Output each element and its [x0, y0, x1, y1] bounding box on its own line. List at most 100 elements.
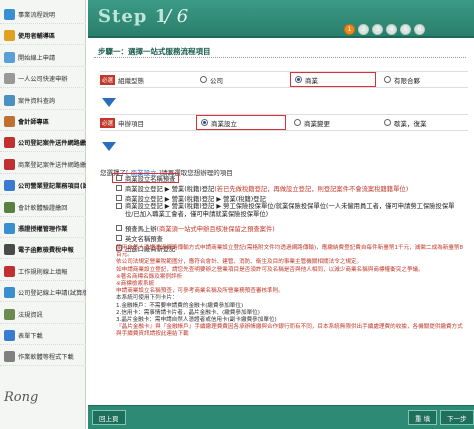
org-type-label: 組織型態	[118, 76, 145, 85]
checkbox[interactable]	[116, 185, 122, 191]
sidebar-item-icon	[4, 201, 15, 213]
required-badge: 必選	[100, 74, 116, 85]
radio-option[interactable]: 有限合夥	[380, 72, 460, 87]
radio-label: 有限合夥	[394, 76, 421, 85]
sidebar-item-label: 電子函數檢費稅申報	[18, 247, 74, 255]
footer-bar: 回上頁 重 填 下一步	[88, 405, 474, 429]
sidebar-item[interactable]: 表單下載	[0, 327, 86, 345]
sidebar-item[interactable]: 電子函數檢費稅申報	[0, 241, 86, 260]
radio-label: 商業變更	[304, 119, 331, 128]
sidebar-item-label: 憑證授權管理作業	[18, 226, 68, 233]
radio-button[interactable]	[294, 119, 302, 126]
radio-label: 歇業，復業	[394, 119, 427, 128]
checklist-item[interactable]: 商業設立登記 ▶ 營業(稅籍)登記 ▶ 勞工保險投保單位/就業保險投保單位(一人…	[116, 203, 456, 221]
reset-button[interactable]: 重 填	[408, 410, 438, 425]
note-line: 如申請商業設立登記，請您先查明要辦之營業項目是否須許可及名稱是否與他人相同，以減…	[116, 266, 424, 273]
radio-button[interactable]	[384, 76, 392, 83]
sidebar-item[interactable]: 作業軟體等程式下載	[0, 348, 86, 367]
sidebar-item-label: 會計軟體驗證繳回	[18, 204, 68, 212]
back-button[interactable]: 回上頁	[92, 410, 126, 425]
notes-list: 使用自然人憑證透過網路傳輸方式申請商業設立登記(需格附文件均透過網路傳輸)，應繳…	[116, 245, 468, 339]
sidebar-item[interactable]: 工作規則線上填報	[0, 263, 86, 281]
sidebar-item[interactable]: 一人公司快速申辦	[0, 70, 86, 89]
step-dot: 6	[414, 24, 425, 35]
note-line: 1.金融帳戶：不需要申請費的金融卡(繳費參加單位)	[116, 302, 244, 309]
sidebar-item[interactable]: 憑證授權管理作業	[0, 220, 86, 238]
sidebar-item-label: 事業流程說明	[18, 12, 56, 19]
step-dot: 2	[358, 24, 369, 35]
sidebar-item[interactable]: 公司營業登記業務項目(試辦版)	[0, 177, 86, 196]
sidebar-item-label: 公司登記線上申請(試算版)	[18, 290, 86, 298]
radio-option[interactable]: 商業	[290, 72, 377, 87]
sidebar-item[interactable]: 公司登記線上申請(試算版)	[0, 284, 86, 303]
checklist-label: 商業設立登記 ▶ 營業(稅籍)登記 ▶ 營業(稅籍)登記	[125, 195, 266, 203]
sidebar: 事業流程說明使用者輔導區開始線上申請一人公司快速申辦案件資料查詢 會計師專區公司登…	[0, 0, 86, 429]
sidebar-item-label: 公司營業登記業務項目(試辦版)	[18, 183, 86, 191]
checklist-note: (若已先做稅籍登記，再做設立登記，則登記案件不會流案稅籍籍單位)	[214, 185, 409, 193]
next-button[interactable]: 下一步	[440, 410, 474, 425]
application-row: 必選 申辦項目 商業設立 商業變更 歇業，復業	[100, 114, 468, 131]
sidebar-item-icon	[4, 137, 15, 149]
radio-label: 商業	[305, 76, 319, 85]
checkbox[interactable]	[116, 175, 122, 181]
step-dot: 5	[400, 24, 411, 35]
radio-label: 商業設立	[211, 119, 238, 128]
checklist-label: 英文名稱預查	[125, 235, 163, 243]
logo: Rong	[4, 390, 39, 405]
radio-button[interactable]	[295, 76, 303, 83]
sidebar-item-icon	[4, 351, 15, 363]
sidebar-item[interactable]: 商業登記案件送件網路繳費	[0, 156, 86, 174]
checklist-item[interactable]: 商業設立名稱預查	[112, 173, 180, 183]
radio-option[interactable]: 公司	[196, 72, 286, 87]
sidebar-item[interactable]: 法規資訊	[0, 306, 86, 324]
main-content: 步驟一：選擇一站式服務流程項目 必選 組織型態 公司 商業 有限合夥 必選 申辦項目…	[88, 40, 474, 405]
sidebar-item-label: 法規資訊	[18, 311, 43, 319]
checkbox[interactable]	[116, 235, 122, 241]
sidebar-item-icon	[4, 265, 15, 277]
sidebar-item-icon	[4, 94, 15, 106]
sidebar-item-icon	[4, 51, 15, 63]
checklist-item[interactable]: 商業設立登記 ▶ 營業(稅籍)登記 ▶ 營業(稅籍)登記	[116, 193, 266, 203]
sidebar-item[interactable]: 會計軟體驗證繳回	[0, 199, 86, 217]
sidebar-item[interactable]: 事業流程說明	[0, 6, 86, 24]
app-window: 事業流程說明使用者輔導區開始線上申請一人公司快速申辦案件資料查詢 會計師專區公司登…	[0, 0, 474, 429]
sidebar-item-label: 表單下載	[18, 333, 43, 340]
radio-option[interactable]: 商業設立	[196, 115, 287, 130]
checkbox[interactable]	[116, 195, 122, 201]
sidebar-item[interactable]: 使用者輔導區	[0, 27, 86, 46]
sidebar-item-icon	[4, 180, 15, 192]
step-dot: 4	[386, 24, 397, 35]
application-label: 申辦項目	[118, 119, 145, 128]
checkbox[interactable]	[116, 203, 122, 209]
sidebar-item-label: 開始線上申請	[18, 54, 56, 62]
sidebar-item[interactable]: 公司登記案件送件網路繳費	[0, 134, 86, 153]
sidebar-item[interactable]: 開始線上申請	[0, 49, 86, 67]
radio-option[interactable]: 商業變更	[290, 115, 376, 130]
note-line: 使用自然人憑證透過網路傳輸方式申請商業設立登記(需格附文件均透過網路傳輸)，應繳…	[116, 245, 464, 259]
sidebar-item-icon	[4, 9, 15, 20]
checklist-label: 商業設立登記 ▶ 營業(稅籍)登記	[125, 185, 215, 193]
down-arrow-icon	[102, 142, 116, 152]
step-dot: 1	[344, 24, 355, 35]
radio-option[interactable]: 歇業，復業	[380, 115, 460, 130]
checklist-item[interactable]: 預查馬上辦 (商業須一站式申辦且核准保留之預查案件)	[116, 223, 275, 233]
step-total: / 6	[165, 6, 189, 27]
step-header: Step 1 / 6 123456	[88, 0, 474, 38]
sidebar-item-label: 一人公司快速申辦	[18, 76, 68, 84]
radio-button[interactable]	[200, 76, 208, 83]
sidebar-item-label: 商業登記案件送件網路繳費	[18, 161, 86, 169]
sidebar-item-icon	[4, 30, 15, 42]
sidebar-item[interactable]: 案件資料查詢	[0, 92, 86, 110]
step-dot: 3	[372, 24, 383, 35]
sidebar-item[interactable]: 會計師專區	[0, 113, 86, 131]
sidebar-item-icon	[4, 287, 15, 299]
page-title: 步驟一：選擇一站式服務流程項目	[98, 47, 211, 56]
sidebar-item-icon	[4, 308, 15, 320]
radio-button[interactable]	[201, 119, 209, 126]
checklist-item[interactable]: 商業設立登記 ▶ 營業(稅籍)登記 (若已先做稅籍登記，再做設立登記，則登記案件不…	[116, 183, 408, 193]
checklist-item[interactable]: 英文名稱預查	[116, 233, 163, 243]
checkbox[interactable]	[116, 225, 122, 231]
radio-button[interactable]	[384, 119, 392, 126]
note-line: 本系統可使用下列卡片：	[116, 295, 178, 302]
sidebar-item-icon	[4, 330, 15, 341]
